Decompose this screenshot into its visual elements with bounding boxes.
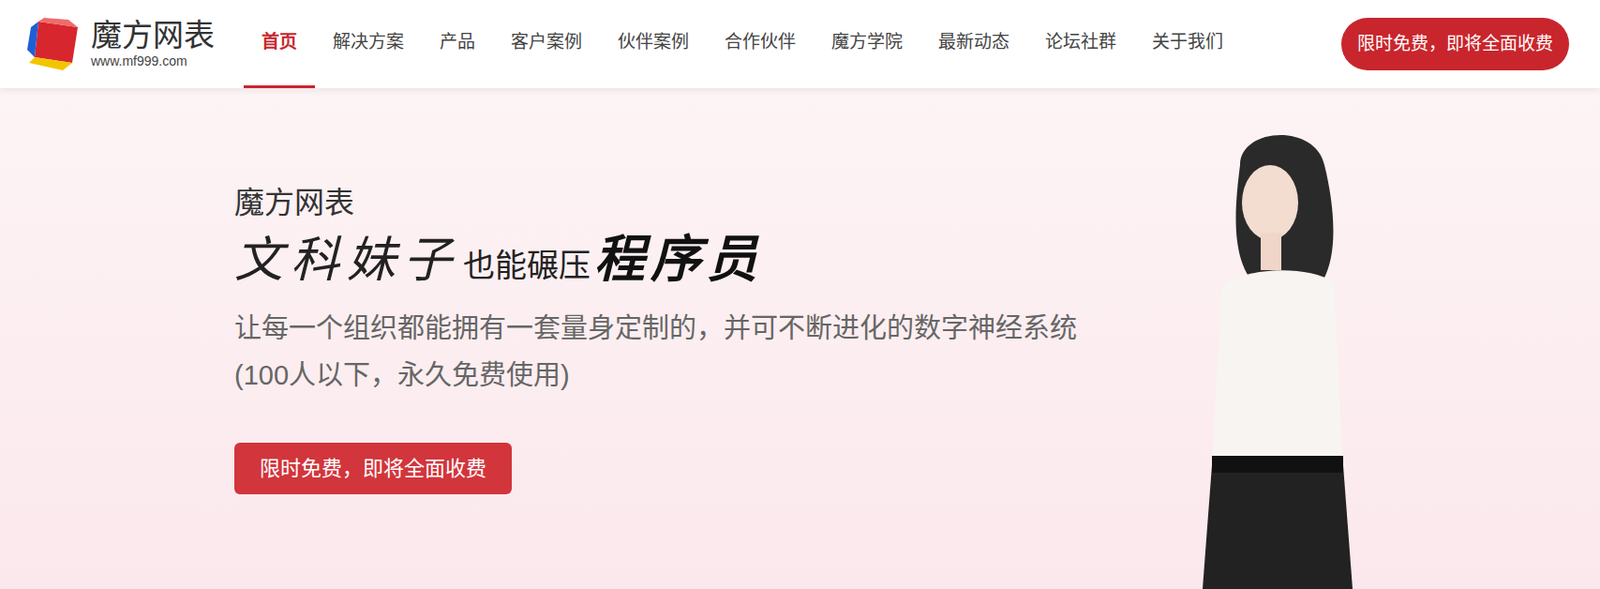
free-trial-button[interactable]: 限时免费，即将全面收费	[1341, 17, 1570, 72]
cube-logo-icon	[25, 15, 84, 73]
brand-name[interactable]: 魔方网表	[90, 18, 215, 53]
nav-link[interactable]: 合作伙伴	[706, 0, 814, 89]
hero-brand: 魔方网表	[234, 183, 1077, 224]
nav-link[interactable]: 论坛社群	[1027, 0, 1135, 89]
nav-link[interactable]: 魔方学院	[813, 0, 921, 89]
nav-item: 关于我们	[1134, 0, 1242, 89]
slogan-script: 文科妹子	[234, 231, 460, 288]
nav-link[interactable]: 产品	[421, 0, 494, 89]
nav-item: 解决方案	[314, 0, 422, 89]
nav-link[interactable]: 最新动态	[920, 0, 1028, 89]
slogan-middle: 也能碾压	[463, 247, 591, 284]
nav-link[interactable]: 客户案例	[493, 0, 600, 89]
brand-url[interactable]: www.mf999.com	[90, 53, 215, 70]
nav-item: 客户案例	[493, 0, 600, 89]
hero-description: 让每一个组织都能拥有一套量身定制的，并可不断进化的数字神经系统(100人以下，永…	[234, 305, 1077, 400]
site-header: 魔方网表www.mf999.com 首页解决方案产品客户案例伙伴案例合作伙伴魔方学…	[0, 0, 1600, 89]
nav-item: 最新动态	[920, 0, 1028, 89]
slogan: 文科妹子也能碾压程序员	[234, 228, 1077, 290]
hero-cta-button[interactable]: 限时免费，即将全面收费	[234, 442, 512, 494]
nav-item: 产品	[421, 0, 494, 89]
free-note: (100人以下，永久免费使用)	[234, 352, 1077, 400]
nav-link[interactable]: 首页	[243, 0, 315, 89]
main-nav: 首页解决方案产品客户案例伙伴案例合作伙伴魔方学院最新动态论坛社群关于我们	[243, 0, 1242, 89]
hero-text: 魔方网表文科妹子也能碾压程序员让每一个组织都能拥有一套量身定制的，并可不断进化的…	[0, 88, 1077, 589]
slogan-bold: 程序员	[594, 228, 763, 289]
spokesperson-photo	[1183, 127, 1374, 589]
nav-link[interactable]: 解决方案	[314, 0, 422, 89]
nav-link[interactable]: 关于我们	[1134, 0, 1242, 89]
nav-item: 伙伴案例	[599, 0, 707, 89]
nav-item: 合作伙伴	[706, 0, 814, 89]
nav-item: 首页	[243, 0, 315, 89]
description-line: 让每一个组织都能拥有一套量身定制的，并可不断进化的数字神经系统	[234, 305, 1077, 353]
brand-text: 魔方网表www.mf999.com	[90, 18, 215, 69]
brand[interactable]: 魔方网表www.mf999.com	[0, 15, 244, 73]
nav-item: 魔方学院	[813, 0, 921, 89]
hero-banner: 魔方网表文科妹子也能碾压程序员让每一个组织都能拥有一套量身定制的，并可不断进化的…	[0, 88, 1600, 589]
nav-link[interactable]: 伙伴案例	[599, 0, 707, 89]
nav-item: 论坛社群	[1027, 0, 1135, 89]
